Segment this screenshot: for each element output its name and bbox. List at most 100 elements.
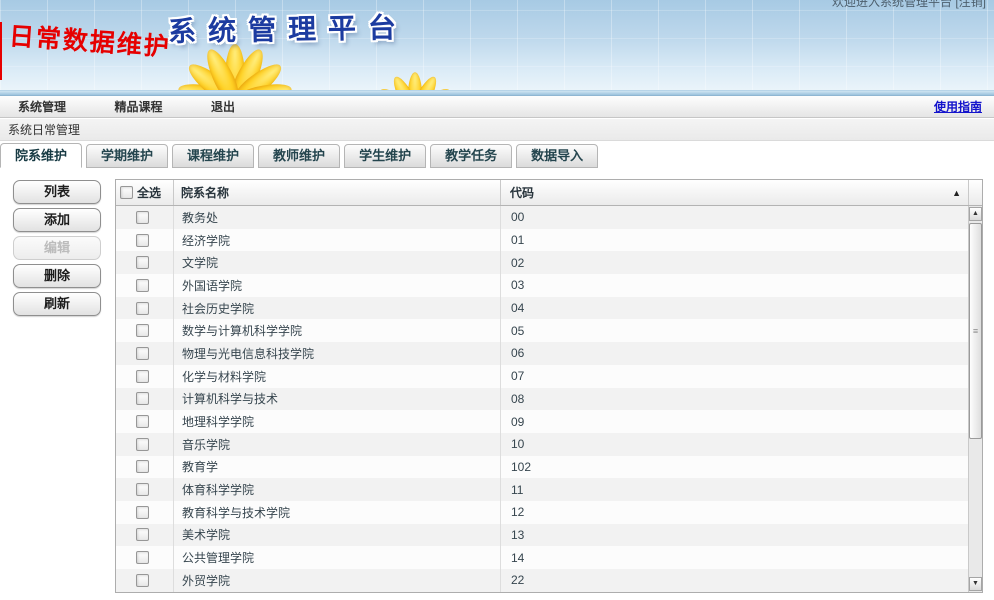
- department-table: 全选 院系名称 代码 ▲ 教务处 00 经济学院 01 文学院: [115, 179, 983, 593]
- toolbar-button[interactable]: 添加: [13, 208, 101, 232]
- department-name-cell: 体育科学学院: [174, 478, 501, 501]
- toolbar-button[interactable]: 列表: [13, 180, 101, 204]
- table-row[interactable]: 外国语学院 03: [116, 274, 968, 297]
- row-checkbox[interactable]: [136, 460, 149, 473]
- column-header-department-name[interactable]: 院系名称: [174, 180, 501, 205]
- select-all-checkbox[interactable]: [120, 186, 133, 199]
- table-row[interactable]: 文学院 02: [116, 251, 968, 274]
- department-code-cell: 14: [501, 546, 968, 569]
- table-row[interactable]: 教育科学与技术学院 12: [116, 501, 968, 524]
- select-all-cell: 全选: [116, 180, 174, 205]
- scroll-up-button[interactable]: ▲: [969, 207, 982, 221]
- row-select-cell: [116, 433, 174, 456]
- table-row[interactable]: 体育科学学院 11: [116, 478, 968, 501]
- department-name-cell: 音乐学院: [174, 433, 501, 456]
- row-checkbox[interactable]: [136, 506, 149, 519]
- department-code-cell: 07: [501, 365, 968, 388]
- menu-item[interactable]: 退出: [211, 100, 235, 114]
- table-row[interactable]: 社会历史学院 04: [116, 297, 968, 320]
- page-title: 系统管理平台: [168, 6, 409, 50]
- row-checkbox[interactable]: [136, 370, 149, 383]
- table-row[interactable]: 物理与光电信息科技学院 06: [116, 342, 968, 365]
- select-all-label: 全选: [137, 184, 161, 201]
- tab-院系维护[interactable]: 院系维护: [0, 143, 82, 168]
- vertical-scrollbar[interactable]: ▲ ≡ ▼: [968, 206, 982, 592]
- row-checkbox[interactable]: [136, 438, 149, 451]
- toolbar-buttons: 列表 添加 编辑 删除 刷新: [13, 180, 101, 316]
- row-checkbox[interactable]: [136, 211, 149, 224]
- table-body: 教务处 00 经济学院 01 文学院 02 外国语学院 03 社会历史学院 04: [116, 206, 968, 592]
- row-select-cell: [116, 524, 174, 547]
- department-name-cell: 物理与光电信息科技学院: [174, 342, 501, 365]
- menu-items: 系统管理 精品课程 退出: [18, 98, 279, 116]
- menu-item[interactable]: 系统管理: [18, 100, 66, 114]
- row-checkbox[interactable]: [136, 302, 149, 315]
- row-checkbox[interactable]: [136, 528, 149, 541]
- table-row[interactable]: 美术学院 13: [116, 524, 968, 547]
- row-select-cell: [116, 456, 174, 479]
- row-select-cell: [116, 478, 174, 501]
- tab-bar: 院系维护 学期维护 课程维护 教师维护 学生维护 教学任务 数据导入: [0, 143, 602, 168]
- scrollbar-thumb[interactable]: ≡: [969, 223, 982, 439]
- department-name-cell: 教育科学与技术学院: [174, 501, 501, 524]
- department-code-cell: 102: [501, 456, 968, 479]
- toolbar-button[interactable]: 刷新: [13, 292, 101, 316]
- table-row[interactable]: 教务处 00: [116, 206, 968, 229]
- row-checkbox[interactable]: [136, 324, 149, 337]
- row-select-cell: [116, 365, 174, 388]
- menu-bar: 系统管理 精品课程 退出 使用指南: [0, 96, 994, 118]
- row-select-cell: [116, 342, 174, 365]
- row-select-cell: [116, 274, 174, 297]
- department-code-cell: 08: [501, 388, 968, 411]
- tab-教师维护[interactable]: 教师维护: [258, 144, 340, 168]
- tab-课程维护[interactable]: 课程维护: [172, 144, 254, 168]
- table-row[interactable]: 地理科学学院 09: [116, 410, 968, 433]
- row-select-cell: [116, 206, 174, 229]
- row-checkbox[interactable]: [136, 279, 149, 292]
- column-header-code[interactable]: 代码 ▲: [501, 180, 969, 205]
- table-row[interactable]: 数学与计算机科学学院 05: [116, 319, 968, 342]
- sort-ascending-icon: ▲: [952, 188, 961, 198]
- department-name-cell: 外国语学院: [174, 274, 501, 297]
- table-row[interactable]: 计算机科学与技术 08: [116, 388, 968, 411]
- department-name-cell: 外贸学院: [174, 569, 501, 592]
- department-name-cell: 社会历史学院: [174, 297, 501, 320]
- banner-bottom-strip: [0, 90, 994, 95]
- tab-学期维护[interactable]: 学期维护: [86, 144, 168, 168]
- row-checkbox[interactable]: [136, 574, 149, 587]
- tab-数据导入[interactable]: 数据导入: [516, 144, 598, 168]
- toolbar-button: 编辑: [13, 236, 101, 260]
- tab-学生维护[interactable]: 学生维护: [344, 144, 426, 168]
- menu-item[interactable]: 精品课程: [114, 100, 162, 114]
- tab-教学任务[interactable]: 教学任务: [430, 144, 512, 168]
- department-code-cell: 00: [501, 206, 968, 229]
- row-select-cell: [116, 297, 174, 320]
- department-name-cell: 文学院: [174, 251, 501, 274]
- department-code-cell: 12: [501, 501, 968, 524]
- table-header-row: 全选 院系名称 代码 ▲: [116, 180, 982, 206]
- row-checkbox[interactable]: [136, 234, 149, 247]
- row-checkbox[interactable]: [136, 256, 149, 269]
- column-header-label: 代码: [510, 184, 534, 201]
- breadcrumb-label: 系统日常管理: [8, 121, 80, 138]
- department-code-cell: 06: [501, 342, 968, 365]
- row-checkbox[interactable]: [136, 392, 149, 405]
- department-name-cell: 教育学: [174, 456, 501, 479]
- row-select-cell: [116, 546, 174, 569]
- department-code-cell: 13: [501, 524, 968, 547]
- row-checkbox[interactable]: [136, 551, 149, 564]
- table-row[interactable]: 化学与材料学院 07: [116, 365, 968, 388]
- table-row[interactable]: 音乐学院 10: [116, 433, 968, 456]
- row-checkbox[interactable]: [136, 483, 149, 496]
- user-guide-link[interactable]: 使用指南: [934, 98, 982, 115]
- table-row[interactable]: 经济学院 01: [116, 229, 968, 252]
- scroll-down-button[interactable]: ▼: [969, 577, 982, 591]
- table-row[interactable]: 教育学 102: [116, 456, 968, 479]
- column-header-label: 院系名称: [181, 184, 229, 201]
- table-row[interactable]: 公共管理学院 14: [116, 546, 968, 569]
- row-checkbox[interactable]: [136, 347, 149, 360]
- row-checkbox[interactable]: [136, 415, 149, 428]
- table-row[interactable]: 外贸学院 22: [116, 569, 968, 592]
- toolbar-button[interactable]: 删除: [13, 264, 101, 288]
- department-name-cell: 经济学院: [174, 229, 501, 252]
